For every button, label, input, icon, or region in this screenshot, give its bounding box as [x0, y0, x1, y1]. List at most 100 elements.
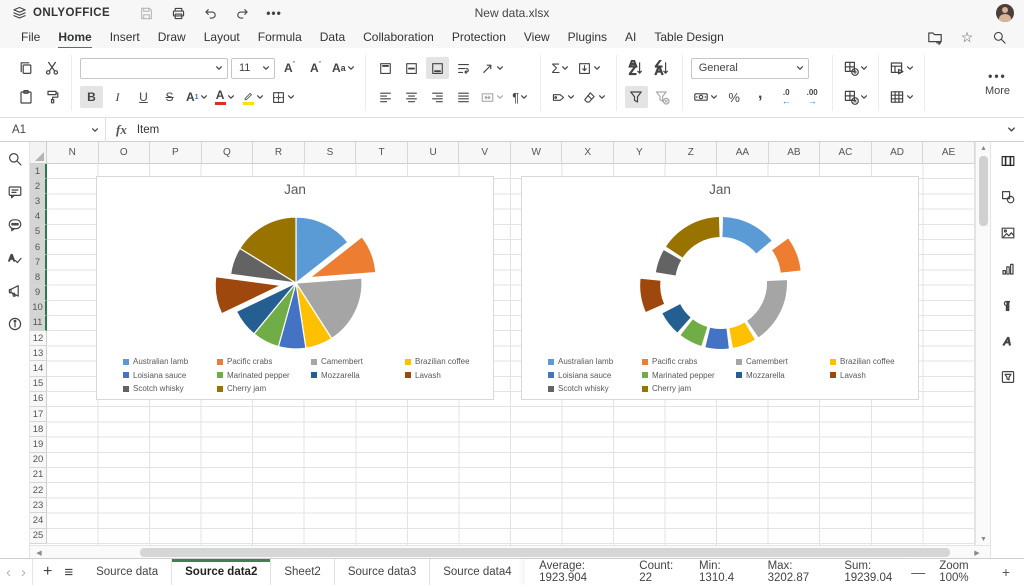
row-header-2[interactable]: 2 [30, 179, 47, 195]
row-header-7[interactable]: 7 [30, 255, 47, 271]
merge-center-button[interactable] [478, 86, 506, 108]
row-header-25[interactable]: 25 [30, 528, 47, 544]
zoom-out-button[interactable]: — [911, 564, 925, 580]
column-header-AA[interactable]: AA [717, 142, 769, 164]
column-header-W[interactable]: W [510, 142, 563, 164]
column-header-R[interactable]: R [253, 142, 305, 164]
increase-decimal-button[interactable]: .00 → [801, 86, 824, 108]
menu-tab-file[interactable]: File [12, 28, 49, 46]
add-sheet-button[interactable]: + [43, 563, 52, 581]
row-header-5[interactable]: 5 [30, 224, 47, 240]
row-header-12[interactable]: 12 [30, 331, 47, 347]
slice-pacific-crabs[interactable] [772, 238, 801, 273]
column-header-AB[interactable]: AB [768, 142, 821, 164]
column-header-X[interactable]: X [562, 142, 615, 164]
search-button[interactable] [4, 148, 26, 170]
orientation-button[interactable] [478, 57, 506, 79]
bold-button[interactable]: B [80, 86, 103, 108]
slice-camembert[interactable] [747, 280, 788, 338]
clear-button[interactable] [580, 86, 608, 108]
slice-cherry-jam[interactable] [665, 217, 720, 258]
autosum-button[interactable]: Σ [549, 57, 572, 79]
column-header-T[interactable]: T [356, 142, 408, 164]
filter-button[interactable] [624, 86, 648, 108]
row-header-11[interactable]: 11 [30, 315, 47, 332]
horizontal-scrollbar[interactable]: ◀ ▶ [30, 545, 1024, 558]
chat-button[interactable] [4, 214, 26, 236]
increase-font-size-button[interactable]: Aˆ [278, 57, 301, 79]
delete-cells-button[interactable] [841, 86, 870, 108]
menu-tab-layout[interactable]: Layout [195, 28, 249, 46]
save-as-table-template-button[interactable] [887, 57, 916, 79]
align-middle-button[interactable] [400, 57, 423, 79]
justify-button[interactable] [452, 86, 475, 108]
favorites-button[interactable]: ☆ [958, 28, 976, 46]
select-all-corner[interactable] [30, 142, 47, 164]
row-header-8[interactable]: 8 [30, 270, 47, 286]
menu-tab-table-design[interactable]: Table Design [645, 28, 732, 46]
menu-tab-collaboration[interactable]: Collaboration [354, 28, 443, 46]
user-avatar[interactable] [996, 4, 1014, 22]
borders-button[interactable] [269, 86, 297, 108]
row-header-19[interactable]: 19 [30, 437, 47, 453]
row-header-16[interactable]: 16 [30, 391, 47, 407]
cell-name-box[interactable]: A1 [0, 117, 106, 142]
undo-button[interactable] [197, 3, 223, 23]
column-header-AE[interactable]: AE [923, 142, 975, 164]
text-art-settings-button[interactable] [997, 330, 1019, 352]
paste-button[interactable] [14, 86, 37, 108]
row-header-20[interactable]: 20 [30, 452, 47, 468]
formula-input[interactable]: Item [137, 124, 1007, 136]
redo-button[interactable] [229, 3, 255, 23]
change-case-button[interactable]: Aa [330, 57, 357, 79]
comma-style-button[interactable]: , [749, 85, 772, 108]
row-header-4[interactable]: 4 [30, 209, 47, 225]
highlight-color-button[interactable] [240, 86, 266, 108]
row-header-13[interactable]: 13 [30, 346, 47, 362]
text-direction-button[interactable]: ¶ [509, 86, 532, 108]
clear-filter-button[interactable] [651, 86, 674, 108]
vertical-scroll-thumb[interactable] [979, 156, 988, 226]
column-header-S[interactable]: S [304, 142, 357, 164]
ribbon-more-button[interactable]: ••• More [971, 69, 1024, 97]
wrap-text-button[interactable] [452, 57, 475, 79]
sheet-tab-source-data3[interactable]: Source data3 [335, 559, 431, 585]
zoom-in-button[interactable]: + [1002, 564, 1010, 580]
insert-function-icon[interactable]: fx [106, 122, 137, 138]
column-header-Y[interactable]: Y [614, 142, 666, 164]
table-settings-button[interactable] [997, 150, 1019, 172]
expand-formula-bar-button[interactable] [1007, 125, 1024, 134]
zoom-level[interactable]: Zoom 100% [939, 560, 988, 584]
menu-tab-insert[interactable]: Insert [101, 28, 149, 46]
slice-australian-lamb[interactable] [722, 217, 772, 254]
row-header-23[interactable]: 23 [30, 498, 47, 514]
customize-quick-access-button[interactable]: ••• [261, 3, 287, 23]
underline-button[interactable]: U [132, 86, 155, 108]
fill-button[interactable] [575, 57, 603, 79]
strikethrough-button[interactable]: S [158, 86, 181, 108]
row-header-17[interactable]: 17 [30, 407, 47, 423]
feedback-button[interactable] [4, 280, 26, 302]
menu-tab-formula[interactable]: Formula [249, 28, 311, 46]
menu-tab-home[interactable]: Home [49, 28, 100, 49]
italic-button[interactable]: I [106, 86, 129, 108]
align-right-button[interactable] [426, 86, 449, 108]
sheet-tab-source-data4[interactable]: Source data4 [430, 559, 526, 585]
menu-tab-view[interactable]: View [515, 28, 559, 46]
row-header-18[interactable]: 18 [30, 422, 47, 438]
paragraph-settings-button[interactable] [997, 294, 1019, 316]
sheet-tab-source-data[interactable]: Source data [83, 559, 173, 585]
column-header-Q[interactable]: Q [201, 142, 254, 164]
spell-check-button[interactable] [4, 247, 26, 269]
slice-loisiana-sauce[interactable] [705, 327, 729, 350]
row-header-6[interactable]: 6 [30, 239, 47, 256]
font-name-select[interactable] [80, 57, 228, 79]
row-header-22[interactable]: 22 [30, 482, 47, 499]
accounting-style-button[interactable] [691, 86, 720, 108]
sort-ascending-button[interactable] [625, 57, 648, 79]
sort-descending-button[interactable] [651, 57, 674, 79]
column-header-AC[interactable]: AC [820, 142, 872, 164]
doughnut-chart[interactable]: Jan Australian lamb Pacific crabs Camember… [521, 176, 919, 400]
row-header-14[interactable]: 14 [30, 361, 47, 377]
column-header-P[interactable]: P [150, 142, 202, 164]
